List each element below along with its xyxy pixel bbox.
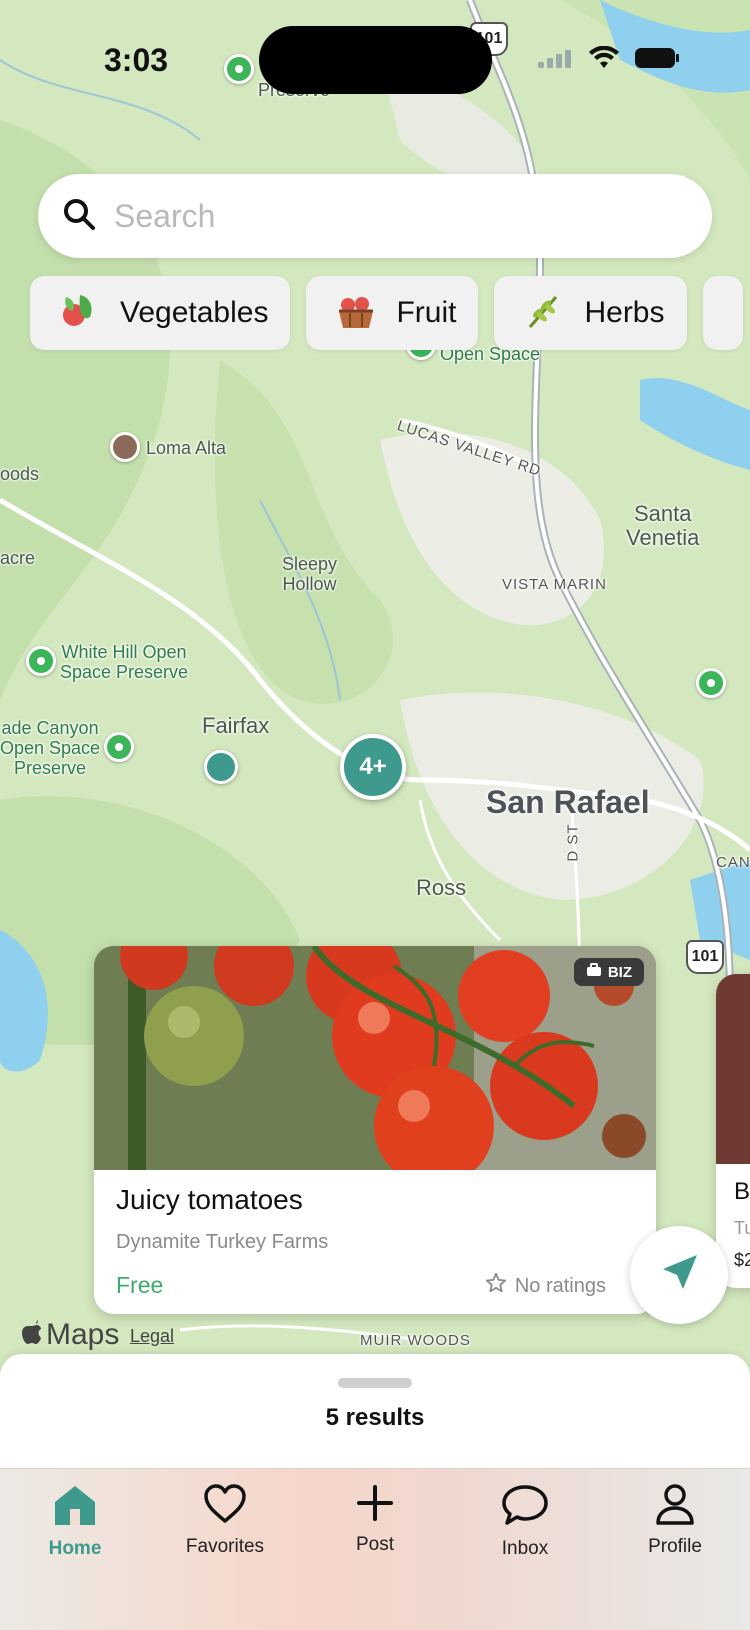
apple-logo-icon — [22, 1318, 42, 1352]
tab-inbox[interactable]: Inbox — [460, 1483, 590, 1560]
map-label-sleepy-hollow: Sleepy Hollow — [282, 554, 338, 594]
park-pin[interactable] — [224, 54, 254, 84]
fruit-basket-icon — [336, 291, 376, 336]
search-input[interactable] — [114, 197, 674, 235]
tab-bar: Home Favorites Post Inbox Profile — [0, 1468, 750, 1630]
chip-label: Vegetables — [120, 296, 269, 329]
tab-label: Inbox — [501, 1538, 549, 1559]
listing-price-next: $2 — [734, 1250, 750, 1270]
search-bar[interactable] — [38, 174, 712, 258]
listing-seller: Dynamite Turkey Farms — [116, 1231, 329, 1253]
chip-label: Herbs — [584, 296, 665, 329]
briefcase-icon — [586, 963, 602, 981]
tab-post[interactable]: Post — [310, 1483, 440, 1556]
map-label-santa-venetia: Santa Venetia — [626, 501, 700, 550]
heart-icon — [203, 1483, 247, 1530]
listing-photo-next — [716, 974, 750, 1164]
location-arrow-icon — [659, 1253, 699, 1298]
listing-title-next: B — [734, 1178, 750, 1205]
map-label-white-hill: White Hill Open Space Preserve — [60, 642, 189, 682]
map-label-san-rafael: San Rafael — [486, 784, 650, 820]
listing-cluster-marker[interactable]: 4+ — [340, 734, 406, 800]
legal-link[interactable]: Legal — [130, 1326, 174, 1347]
apple-maps-logo: Maps — [22, 1318, 119, 1352]
chip-more[interactable] — [702, 276, 743, 350]
category-chips: Vegetables Fruit Herbs — [30, 276, 743, 350]
listing-photo: BIZ — [94, 946, 656, 1170]
plus-icon — [355, 1483, 395, 1528]
chip-vegetables[interactable]: Vegetables — [30, 276, 291, 350]
chip-label: Fruit — [396, 296, 457, 329]
park-pin[interactable] — [104, 732, 134, 762]
wifi-icon — [588, 45, 620, 75]
chip-herbs[interactable]: Herbs — [494, 276, 687, 350]
listing-marker[interactable] — [204, 750, 238, 784]
vegetables-icon — [60, 291, 100, 336]
peak-pin[interactable] — [110, 432, 140, 462]
tab-label: Profile — [648, 1536, 702, 1557]
map-label-cascade-canyon: ade Canyon Open Space Preserve — [0, 718, 101, 778]
chat-bubble-icon — [501, 1483, 549, 1532]
tab-label: Home — [48, 1538, 102, 1559]
status-time: 3:03 — [104, 42, 169, 78]
herbs-icon — [524, 291, 564, 336]
listing-title: Juicy tomatoes — [116, 1184, 303, 1215]
tab-label: Post — [355, 1534, 395, 1555]
locate-me-button[interactable] — [630, 1226, 728, 1324]
tomato-photo — [94, 946, 656, 1170]
listing-card-next[interactable]: B Tu $2 — [716, 974, 750, 1288]
cellular-signal-icon — [538, 48, 574, 73]
park-pin[interactable] — [696, 668, 726, 698]
status-icons — [538, 45, 680, 75]
map-label-loma-alta: Loma Alta — [146, 438, 227, 458]
tab-label: Favorites — [185, 1536, 265, 1557]
tab-profile[interactable]: Profile — [610, 1483, 740, 1558]
map-label-d-st: D ST — [564, 823, 582, 862]
results-count: 5 results — [325, 1404, 425, 1431]
highway-shield: 101 — [686, 940, 724, 974]
search-icon — [62, 197, 96, 236]
map-label-vista-marin: VISTA MARIN — [502, 576, 607, 593]
star-icon — [485, 1272, 507, 1300]
listing-price: Free — [116, 1272, 164, 1298]
map-label-muir-woods: MUIR WOODS — [360, 1332, 471, 1349]
person-icon — [655, 1483, 695, 1530]
battery-icon — [634, 46, 680, 75]
sheet-grabber[interactable] — [338, 1378, 412, 1388]
chip-fruit[interactable]: Fruit — [306, 276, 479, 350]
biz-badge-label: BIZ — [607, 963, 632, 981]
tab-favorites[interactable]: Favorites — [160, 1483, 290, 1558]
biz-badge: BIZ — [573, 958, 644, 986]
results-sheet[interactable]: 5 results — [0, 1354, 750, 1470]
tab-home[interactable]: Home — [10, 1483, 140, 1560]
map-label-ross: Ross — [416, 875, 467, 900]
rating-text: No ratings — [514, 1274, 606, 1297]
map-label-can: CAN — [716, 854, 750, 871]
listing-seller-next: Tu — [734, 1218, 750, 1238]
map-label-woods: oods — [0, 464, 40, 484]
map-label-fairfax: Fairfax — [202, 713, 270, 738]
listing-card[interactable]: BIZ Juicy tomatoes Dynamite Turkey Farms… — [94, 946, 656, 1314]
map-label-acre: acre — [0, 548, 36, 568]
park-pin[interactable] — [26, 646, 56, 676]
home-icon — [52, 1483, 98, 1532]
dynamic-island — [259, 26, 492, 94]
listing-rating: No ratings — [485, 1272, 606, 1300]
maps-brand-text: Maps — [46, 1318, 120, 1351]
